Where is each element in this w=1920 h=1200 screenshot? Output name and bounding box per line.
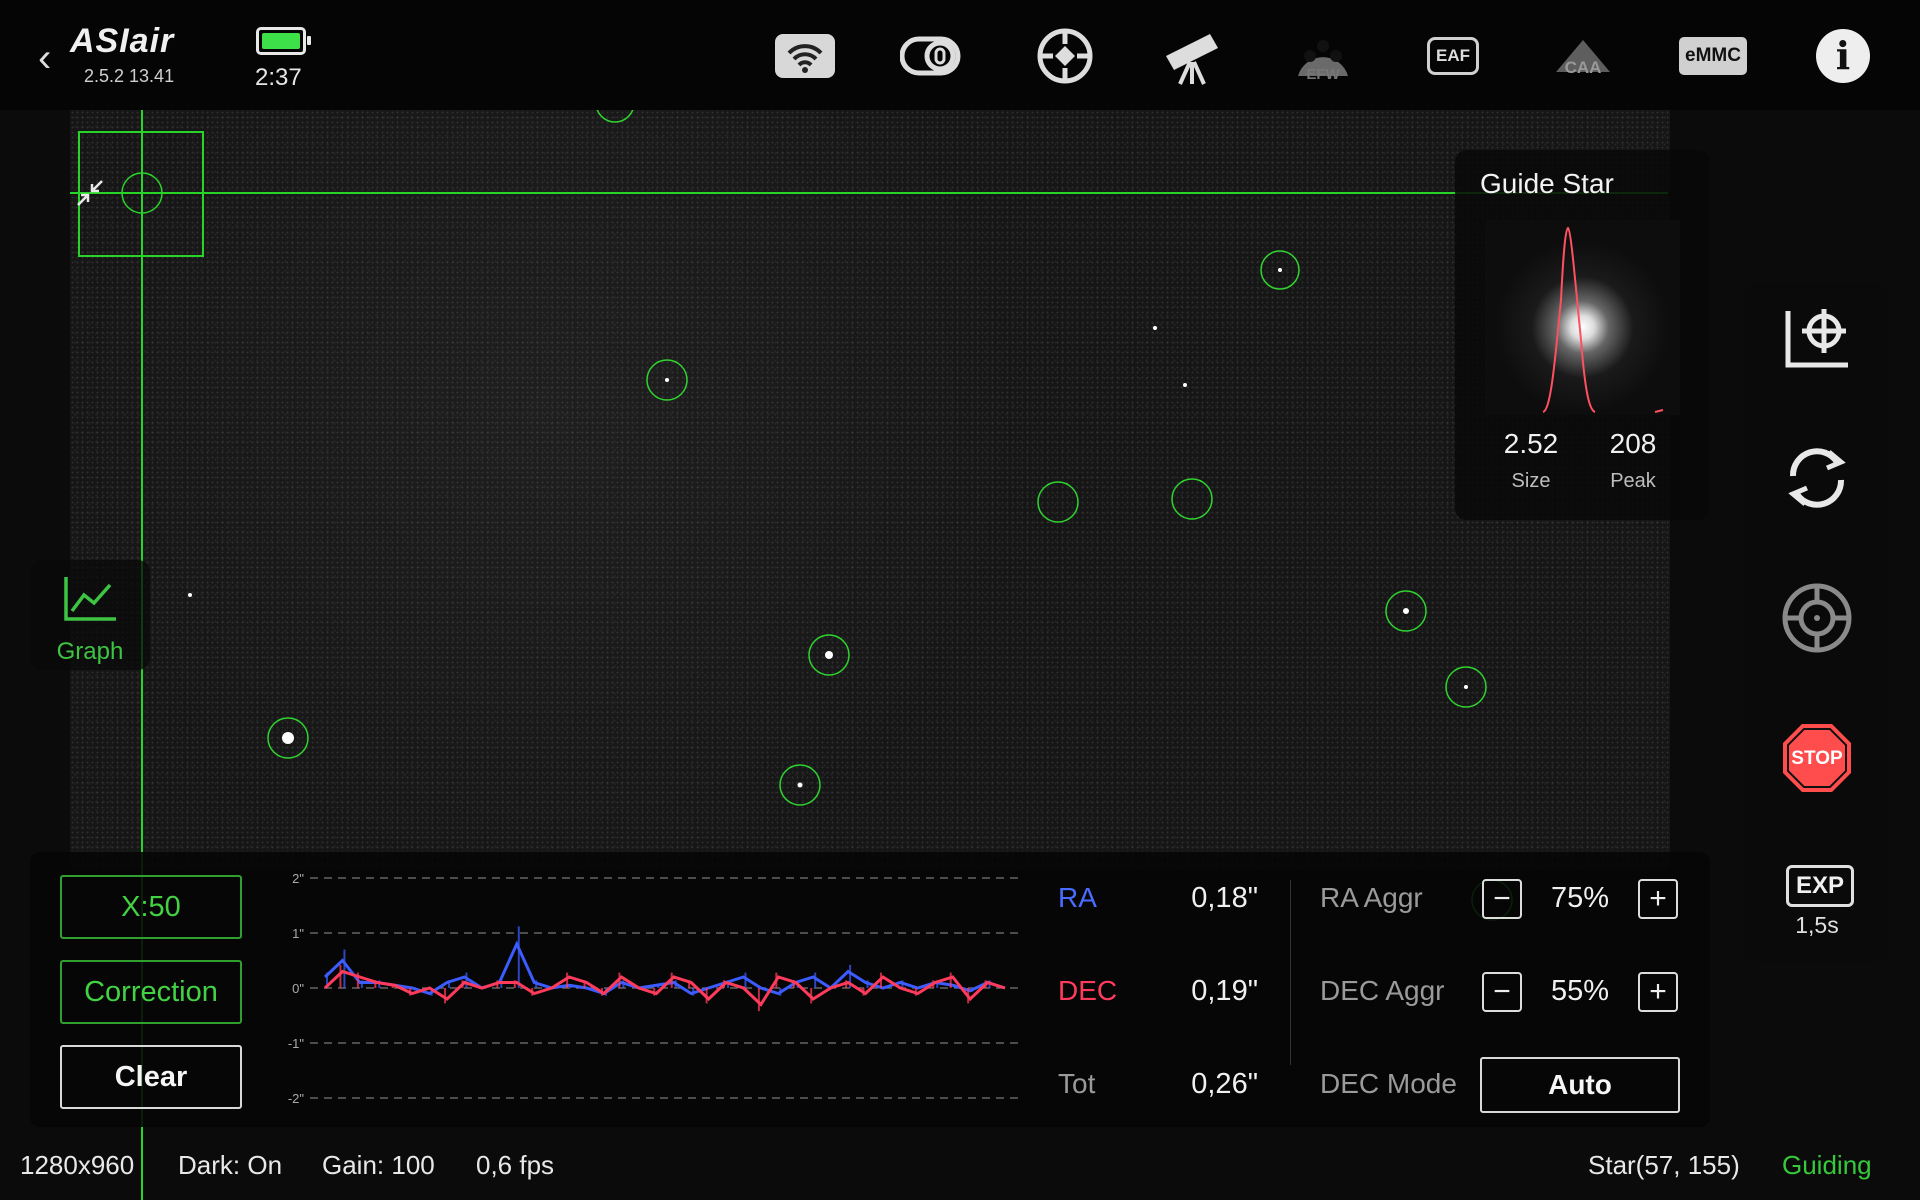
clock-label: 2:37 [255, 64, 302, 91]
status-fps: 0,6 fps [476, 1150, 555, 1180]
ra-aggr-value: 75% [1550, 882, 1610, 914]
guide-star-title: Guide Star [1480, 168, 1614, 199]
star-markers [267, 83, 1513, 921]
ra-aggr-plus-button[interactable]: + [1638, 879, 1678, 919]
efw-label: EFW [1306, 66, 1340, 83]
ra-value: 0,18" [1191, 882, 1258, 914]
emmc-label: eMMC [1679, 37, 1747, 75]
refresh-icon[interactable] [1770, 438, 1864, 518]
crosshair-icon[interactable] [1770, 578, 1864, 658]
graph-y-tick-label: 1" [292, 926, 304, 941]
graph-y-tick-label: -2" [288, 1091, 305, 1106]
dec-label: DEC [1058, 975, 1118, 1006]
tot-label: Tot [1058, 1068, 1096, 1099]
info-icon[interactable]: i [1808, 24, 1878, 88]
status-guiding: Guiding [1782, 1150, 1872, 1180]
version-label: 2.5.2 13.41 [84, 66, 175, 86]
eaf-label: EAF [1427, 37, 1479, 75]
wifi-icon[interactable] [770, 24, 840, 88]
status-star: Star(57, 155) [1588, 1150, 1740, 1180]
dec-aggr-value: 55% [1550, 975, 1610, 1007]
dec-value: 0,19" [1191, 975, 1258, 1007]
dec-mode-select[interactable]: Auto [1480, 1057, 1680, 1113]
clear-button[interactable]: Clear [60, 1045, 242, 1109]
exposure-button[interactable]: EXP [1786, 865, 1854, 907]
guiding-graph: 2" 1" 0" -1" -2" [288, 871, 1020, 1106]
graph-icon [62, 575, 118, 628]
mount-target-icon[interactable] [1030, 24, 1100, 88]
guide-star-peak: 208 [1609, 428, 1657, 459]
dec-aggr-label: DEC Aggr [1320, 975, 1445, 1006]
collapse-icon[interactable] [72, 175, 110, 213]
exposure-value: 1,5s [1795, 912, 1839, 938]
status-dark: Dark: On [178, 1150, 283, 1180]
graph-y-tick-label: 0" [292, 981, 304, 996]
stop-label: STOP [1791, 748, 1843, 769]
ra-label: RA [1058, 882, 1097, 913]
tot-value: 0,26" [1191, 1068, 1258, 1100]
eaf-icon[interactable]: EAF [1418, 24, 1488, 88]
star-points [188, 101, 1468, 788]
guide-star-profile [1542, 226, 1664, 413]
dec-mode-label: DEC Mode [1320, 1068, 1457, 1099]
dec-aggr-minus-button[interactable]: − [1482, 972, 1522, 1012]
divider [1290, 880, 1291, 1065]
guide-star-peak-label: Peak [1610, 470, 1656, 492]
status-gain: Gain: 100 [322, 1150, 435, 1180]
graph-y-tick-label: -1" [288, 1036, 305, 1051]
guide-star-size: 2.52 [1503, 428, 1559, 459]
battery-icon [256, 27, 311, 55]
info-label: i [1816, 29, 1870, 83]
caa-icon[interactable] [1548, 24, 1618, 88]
graph-y-tick-label: 2" [292, 871, 304, 886]
status-resolution: 1280x960 [20, 1150, 135, 1180]
correction-button[interactable]: Correction [60, 960, 242, 1024]
ra-aggr-minus-button[interactable]: − [1482, 879, 1522, 919]
telescope-icon[interactable] [1158, 24, 1228, 88]
emmc-icon[interactable]: eMMC [1678, 24, 1748, 88]
graph-label: Graph [56, 638, 124, 665]
guide-star-size-label: Size [1511, 470, 1551, 492]
back-icon[interactable]: ‹ [38, 36, 51, 81]
camera-icon[interactable] [898, 24, 968, 88]
app-logo: ASIair [70, 22, 175, 60]
ra-aggr-label: RA Aggr [1320, 882, 1423, 913]
dec-aggr-plus-button[interactable]: + [1638, 972, 1678, 1012]
guide-chart-icon[interactable] [1770, 296, 1864, 376]
caa-label: CAA [1564, 58, 1602, 77]
x-scale-button[interactable]: X:50 [60, 875, 242, 939]
